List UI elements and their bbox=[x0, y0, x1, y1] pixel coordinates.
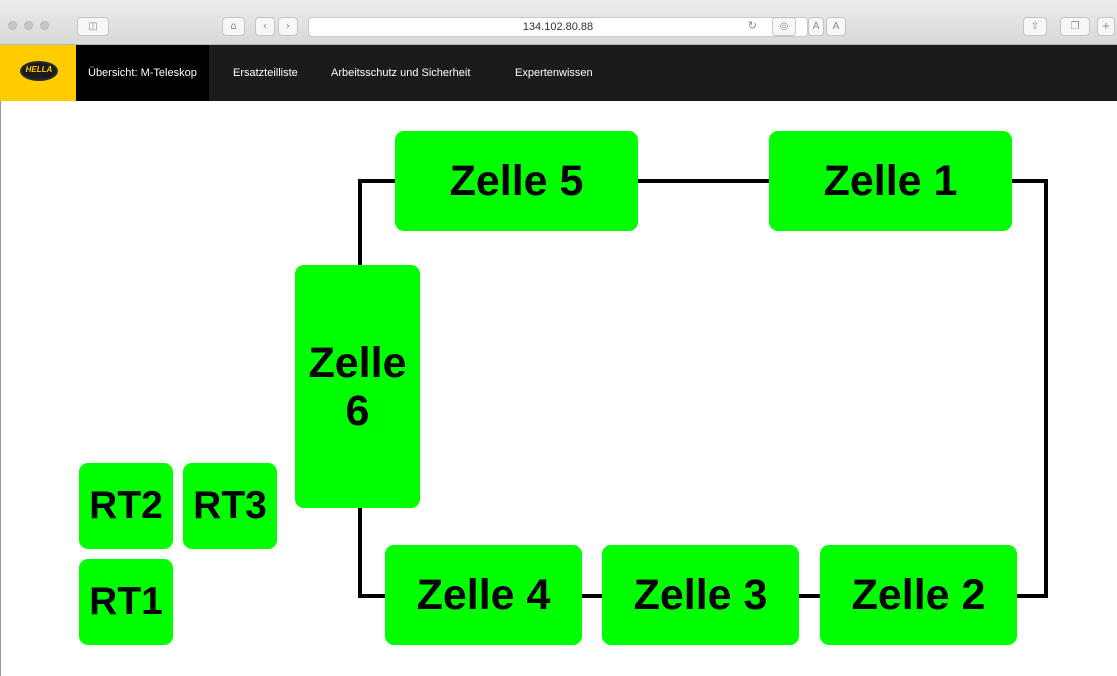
line-zelle6-zelle4 bbox=[358, 508, 388, 598]
cell-zelle-2[interactable]: Zelle 2 bbox=[820, 545, 1017, 645]
cell-rt1[interactable]: RT1 bbox=[79, 559, 173, 645]
cell-zelle-6-label-line1: Zelle bbox=[308, 338, 407, 387]
cell-rt2-label: RT2 bbox=[89, 484, 163, 527]
line-zelle1-zelle2 bbox=[1011, 179, 1048, 598]
cell-zelle-3-label: Zelle 3 bbox=[633, 570, 768, 619]
cell-rt3[interactable]: RT3 bbox=[183, 463, 277, 549]
cell-zelle-1-label: Zelle 1 bbox=[823, 156, 958, 205]
line-zelle5-zelle6 bbox=[358, 179, 399, 268]
cell-zelle-5-label: Zelle 5 bbox=[449, 156, 584, 205]
cell-zelle-4-label: Zelle 4 bbox=[416, 570, 551, 619]
cell-rt1-label: RT1 bbox=[89, 580, 163, 623]
cell-rt3-label: RT3 bbox=[193, 484, 267, 527]
cell-zelle-2-label: Zelle 2 bbox=[851, 570, 986, 619]
cell-zelle-6[interactable]: Zelle 6 bbox=[295, 265, 420, 508]
cell-zelle-3[interactable]: Zelle 3 bbox=[602, 545, 799, 645]
cell-zelle-5[interactable]: Zelle 5 bbox=[395, 131, 638, 231]
cell-rt2[interactable]: RT2 bbox=[79, 463, 173, 549]
cell-zelle-6-label-line2: 6 bbox=[345, 386, 370, 435]
cell-zelle-1[interactable]: Zelle 1 bbox=[769, 131, 1012, 231]
cell-zelle-4[interactable]: Zelle 4 bbox=[385, 545, 582, 645]
